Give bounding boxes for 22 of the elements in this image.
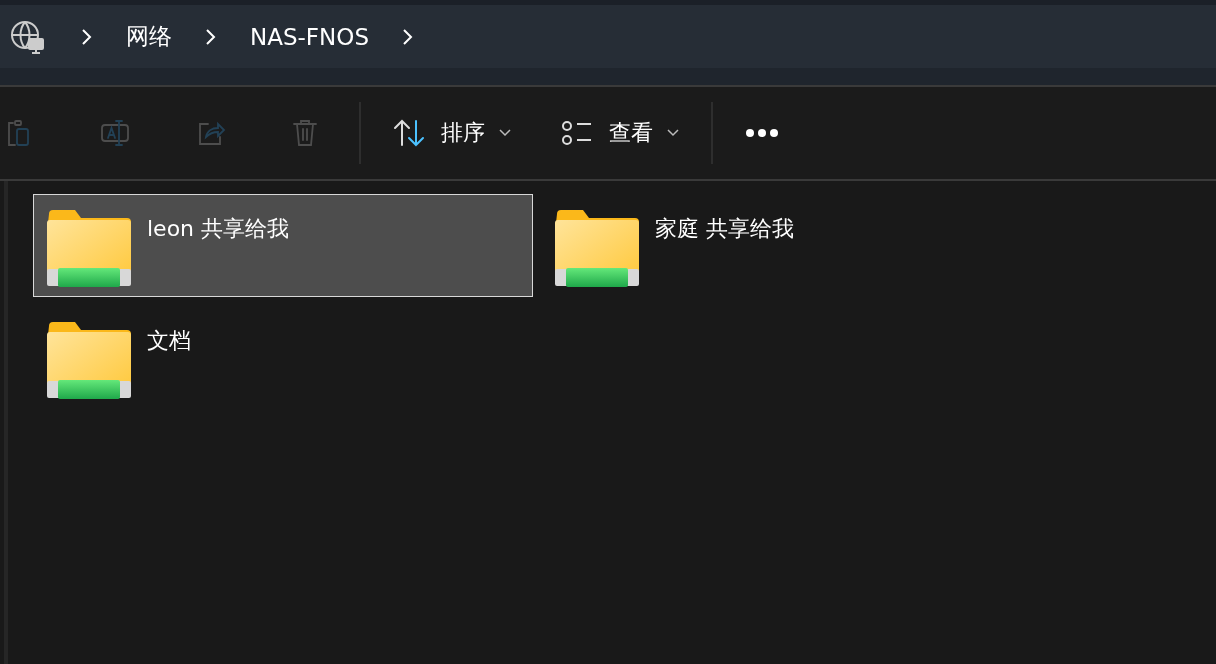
rename-icon: [99, 117, 131, 149]
folder-name: 文档: [147, 327, 191, 355]
view-menu-button[interactable]: 查看: [551, 112, 689, 154]
shared-folder-icon: [47, 322, 131, 400]
sort-icon: [393, 119, 427, 147]
sort-menu-button[interactable]: 排序: [383, 112, 521, 154]
network-globe-icon[interactable]: [10, 19, 44, 54]
chevron-icon: [80, 27, 94, 46]
chevron-icon: [204, 27, 218, 46]
breadcrumb-item[interactable]: 网络: [106, 21, 192, 52]
folder-item[interactable]: 家庭 共享给我: [541, 194, 1041, 297]
caret-icon: [499, 129, 511, 137]
folder-item[interactable]: leon 共享给我: [33, 194, 533, 297]
folder-name: 家庭 共享给我: [655, 215, 794, 243]
folder-name: leon 共享给我: [147, 215, 290, 243]
shared-folder-icon: [555, 210, 639, 288]
breadcrumb-item[interactable]: NAS-FNOS: [230, 23, 389, 50]
caret-icon: [667, 129, 679, 137]
folder-item[interactable]: 文档: [33, 306, 533, 409]
more-options-icon[interactable]: [745, 128, 779, 138]
chevron-icon: [401, 27, 415, 46]
shared-folder-icon: [47, 210, 131, 288]
